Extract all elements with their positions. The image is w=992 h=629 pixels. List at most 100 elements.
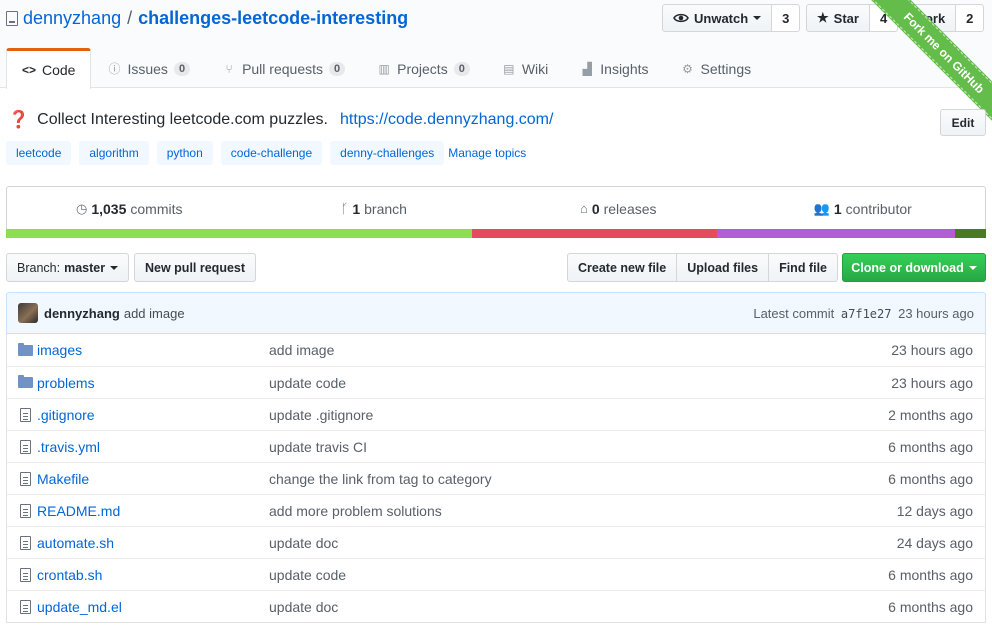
clone-label: Clone or download [851, 260, 964, 275]
upload-files-button[interactable]: Upload files [676, 253, 770, 282]
homepage-link[interactable]: https://code.dennyzhang.com/ [340, 111, 553, 129]
file-name-link[interactable]: .travis.yml [37, 439, 269, 455]
file-name-link[interactable]: README.md [37, 503, 269, 519]
topic-tag[interactable]: denny-challenges [330, 141, 445, 165]
pull-request-icon: ⑂ [225, 61, 233, 76]
unwatch-button[interactable]: Unwatch [662, 4, 773, 32]
branch-name: master [64, 260, 106, 275]
repo-icon [6, 10, 18, 26]
repo-name-link[interactable]: challenges-leetcode-interesting [138, 8, 408, 29]
tab-code[interactable]: <> Code [6, 48, 92, 89]
tab-label: Code [42, 62, 76, 78]
file-commit-message-link[interactable]: update code [269, 375, 835, 391]
commit-age: 23 hours ago [898, 305, 974, 321]
file-name-link[interactable]: automate.sh [37, 535, 269, 551]
unwatch-label: Unwatch [694, 10, 749, 26]
file-commit-message-link[interactable]: update doc [269, 535, 835, 551]
file-commit-age: 24 days ago [896, 534, 973, 551]
watchers-count[interactable]: 3 [772, 4, 801, 32]
file-name-link[interactable]: update_md.el [37, 599, 269, 615]
commit-message-link[interactable]: add image [124, 306, 185, 321]
file-list: images add image 23 hours ago problems updat… [6, 334, 986, 623]
file-commit-age: 6 months ago [888, 438, 973, 455]
language-bar-segment[interactable] [6, 229, 472, 238]
repo-description: ❓ Collect Interesting leetcode.com puzzl… [8, 109, 553, 131]
chevron-down-icon [753, 16, 762, 20]
commits-label: commits [130, 200, 183, 217]
language-bar-segment[interactable] [471, 229, 718, 238]
topic-tag[interactable]: python [156, 141, 213, 165]
file-name-link[interactable]: Makefile [37, 471, 269, 487]
commit-author-link[interactable]: dennyzhang [44, 306, 120, 321]
file-row: update_md.el update doc 6 months ago [7, 590, 985, 622]
file-row: automate.sh update doc 24 days ago [7, 526, 985, 558]
language-bar-segment[interactable] [954, 229, 986, 238]
numbers-summary: ◷ 1,035 commits ᚴ 1 branch ⌂ 0 releases … [6, 186, 986, 238]
issue-icon: ⓘ [108, 62, 121, 76]
edit-description-button[interactable]: Edit [940, 109, 986, 136]
file-row: .gitignore update .gitignore 2 months ago [7, 398, 985, 430]
star-button[interactable]: ★ Star [806, 4, 870, 32]
people-icon: 👥 [813, 200, 830, 216]
avatar[interactable] [18, 303, 38, 323]
releases-count: 0 [591, 200, 600, 217]
file-name-link[interactable]: crontab.sh [37, 567, 269, 583]
branch-prefix: Branch: [17, 260, 61, 275]
tab-issues[interactable]: ⓘ Issues 0 [91, 48, 206, 88]
tab-projects[interactable]: ▥ Projects 0 [361, 48, 486, 88]
commit-sha-link[interactable]: a7f1e27 [841, 307, 892, 321]
create-new-file-button[interactable]: Create new file [567, 253, 678, 282]
find-file-button[interactable]: Find file [768, 253, 838, 282]
file-commit-age: 6 months ago [888, 598, 973, 615]
new-pull-request-button[interactable]: New pull request [134, 253, 257, 282]
topic-tag[interactable]: algorithm [79, 141, 149, 165]
forks-count[interactable]: 2 [956, 4, 985, 32]
file-icon [17, 599, 33, 614]
contributors-link[interactable]: 👥 1 contributor [741, 201, 986, 217]
file-commit-message-link[interactable]: update code [269, 567, 835, 583]
commits-count: 1,035 [91, 200, 127, 217]
language-bar-segment[interactable] [717, 229, 955, 238]
file-name-link[interactable]: .gitignore [37, 407, 269, 423]
clone-or-download-button[interactable]: Clone or download [842, 253, 986, 282]
folder-icon [17, 375, 33, 388]
file-commit-age: 23 hours ago [891, 342, 973, 358]
file-row: README.md add more problem solutions 12 da… [7, 494, 985, 526]
file-commit-message-link[interactable]: update travis CI [269, 439, 835, 455]
file-row: problems update code 23 hours ago [7, 366, 985, 398]
file-commit-message-link[interactable]: update doc [269, 599, 835, 615]
repo-path-separator: / [127, 7, 133, 28]
repo-nav: <> Code ⓘ Issues 0 ⑂ Pull requests 0 ▥ P… [6, 48, 768, 89]
tab-label: Insights [600, 60, 649, 77]
file-icon [17, 439, 33, 454]
tab-label: Settings [700, 60, 752, 77]
branches-link[interactable]: ᚴ 1 branch [252, 201, 497, 217]
chevron-down-icon [110, 265, 119, 270]
file-name-link[interactable]: images [37, 342, 269, 358]
file-commit-message-link[interactable]: add more problem solutions [269, 503, 835, 519]
manage-topics-link[interactable]: Manage topics [448, 146, 526, 160]
topic-tag[interactable]: leetcode [6, 141, 72, 165]
language-bar[interactable] [6, 229, 986, 238]
branch-select-button[interactable]: Branch: master [6, 253, 130, 282]
repo-owner-link[interactable]: dennyzhang [23, 8, 121, 29]
branches-count: 1 [352, 200, 361, 217]
tab-wiki[interactable]: ▤ Wiki [486, 48, 564, 88]
tab-label: Pull requests [242, 60, 323, 77]
tab-settings[interactable]: ⚙ Settings [665, 48, 768, 88]
tab-insights[interactable]: ▟ Insights [564, 48, 664, 88]
tag-icon: ⌂ [579, 201, 588, 216]
tab-pull-requests[interactable]: ⑂ Pull requests 0 [206, 48, 361, 88]
branch-icon: ᚴ [340, 201, 349, 216]
releases-link[interactable]: ⌂ 0 releases [496, 201, 741, 217]
commits-link[interactable]: ◷ 1,035 commits [7, 201, 252, 217]
file-commit-message-link[interactable]: update .gitignore [269, 407, 835, 423]
history-icon: ◷ [75, 200, 88, 216]
pull-requests-counter: 0 [329, 61, 346, 76]
star-label: Star [833, 10, 859, 26]
file-name-link[interactable]: problems [37, 375, 269, 391]
file-commit-message-link[interactable]: change the link from tag to category [269, 471, 835, 487]
topic-tag[interactable]: code-challenge [220, 141, 323, 165]
file-commit-message-link[interactable]: add image [269, 342, 835, 358]
contributors-label: contributor [845, 200, 912, 217]
